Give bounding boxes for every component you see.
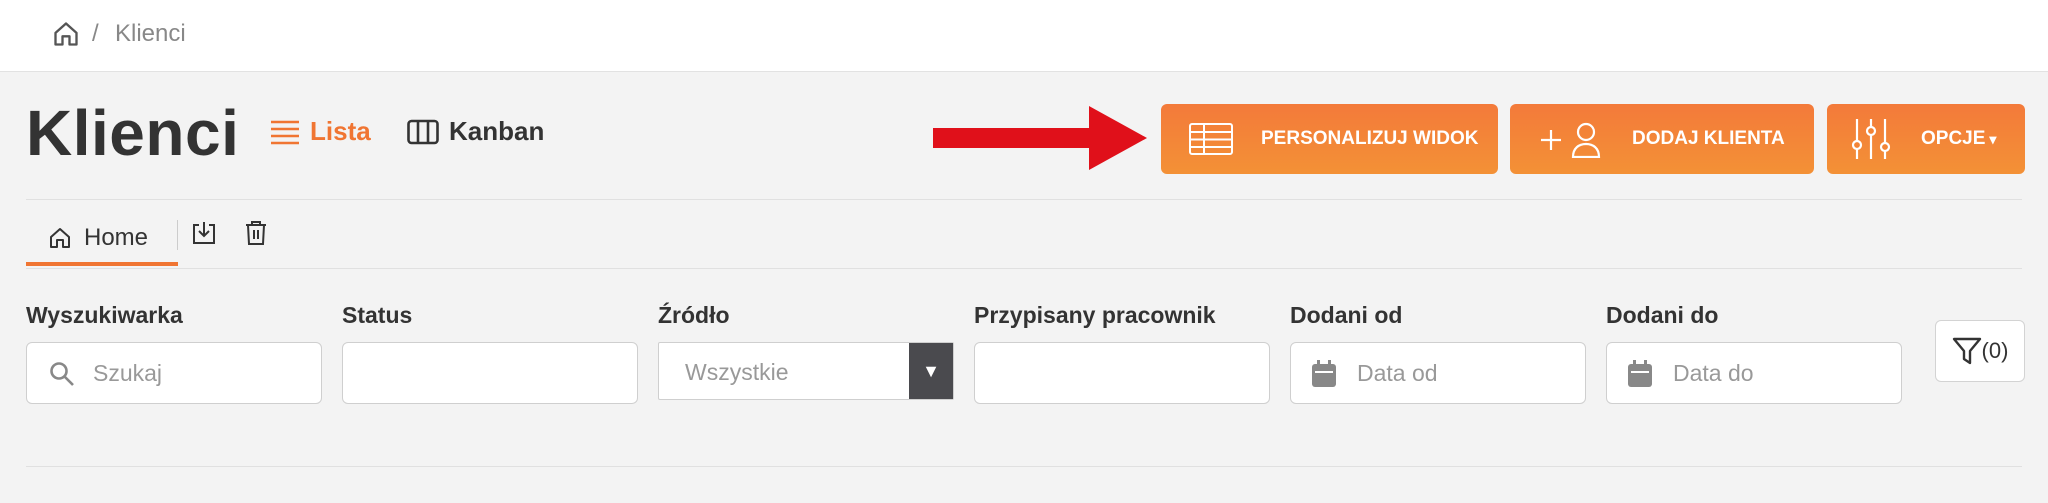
- source-select[interactable]: Wszystkie ▼: [658, 342, 954, 400]
- options-caret-icon: ▾: [1989, 130, 1997, 147]
- breadcrumb-current: Klienci: [115, 20, 186, 47]
- sliders-icon: [1851, 119, 1891, 159]
- added-from-label: Dodani od: [1290, 302, 1403, 328]
- chevron-down-icon[interactable]: ▼: [909, 343, 953, 399]
- assignee-label: Przypisany pracownik: [974, 302, 1216, 328]
- source-select-value: Wszystkie: [685, 359, 789, 385]
- tabs-divider: [26, 268, 2022, 269]
- topbar: / Klienci: [0, 0, 2048, 72]
- annotation-arrow-icon: [933, 106, 1147, 170]
- view-kanban-label: Kanban: [449, 116, 545, 146]
- kanban-icon: [407, 119, 439, 144]
- view-list-toggle[interactable]: Lista: [270, 116, 371, 147]
- add-client-button[interactable]: DODAJ KLIENTA: [1510, 104, 1814, 174]
- home-icon[interactable]: [52, 20, 80, 48]
- view-kanban-toggle[interactable]: Kanban: [407, 116, 544, 147]
- filter-icon: [1952, 337, 1981, 365]
- table-icon: [1189, 123, 1233, 155]
- search-icon: [50, 362, 74, 386]
- status-field: [342, 342, 638, 404]
- search-label: Wyszukiwarka: [26, 302, 183, 328]
- search-input[interactable]: [93, 343, 313, 403]
- personalize-view-button[interactable]: PERSONALIZUJ WIDOK: [1161, 104, 1498, 174]
- tab-home-label: Home: [84, 224, 149, 251]
- added-from-field: [1290, 342, 1586, 404]
- status-label: Status: [342, 302, 413, 328]
- source-label: Źródło: [658, 302, 730, 328]
- list-icon: [271, 120, 299, 144]
- filter-button[interactable]: (0): [1935, 320, 2025, 382]
- options-label: OPCJE: [1921, 128, 1986, 149]
- download-icon[interactable]: [191, 220, 217, 246]
- filter-count: (0): [1981, 338, 2009, 363]
- home-tab-icon: [50, 228, 70, 248]
- calendar-icon: [1312, 360, 1336, 387]
- options-button[interactable]: OPCJE ▾: [1827, 104, 2025, 174]
- tab-home[interactable]: Home: [26, 214, 178, 266]
- filters-divider: [26, 466, 2022, 467]
- add-user-icon: [1541, 122, 1601, 158]
- add-client-label: DODAJ KLIENTA: [1632, 128, 1785, 149]
- header-divider: [26, 199, 2022, 200]
- tab-separator: [177, 220, 178, 250]
- added-to-field: [1606, 342, 1902, 404]
- search-field: [26, 342, 322, 404]
- added-to-label: Dodani do: [1606, 302, 1719, 328]
- assignee-field: [974, 342, 1270, 404]
- calendar-icon: [1628, 360, 1652, 387]
- added-from-input[interactable]: [1357, 343, 1577, 403]
- status-input[interactable]: [359, 343, 619, 403]
- view-list-label: Lista: [310, 116, 371, 146]
- breadcrumb-separator: /: [92, 20, 99, 47]
- page-title: Klienci: [26, 97, 240, 169]
- personalize-view-label: PERSONALIZUJ WIDOK: [1261, 128, 1479, 149]
- assignee-input[interactable]: [991, 343, 1251, 403]
- added-to-input[interactable]: [1673, 343, 1893, 403]
- trash-icon[interactable]: [244, 220, 268, 246]
